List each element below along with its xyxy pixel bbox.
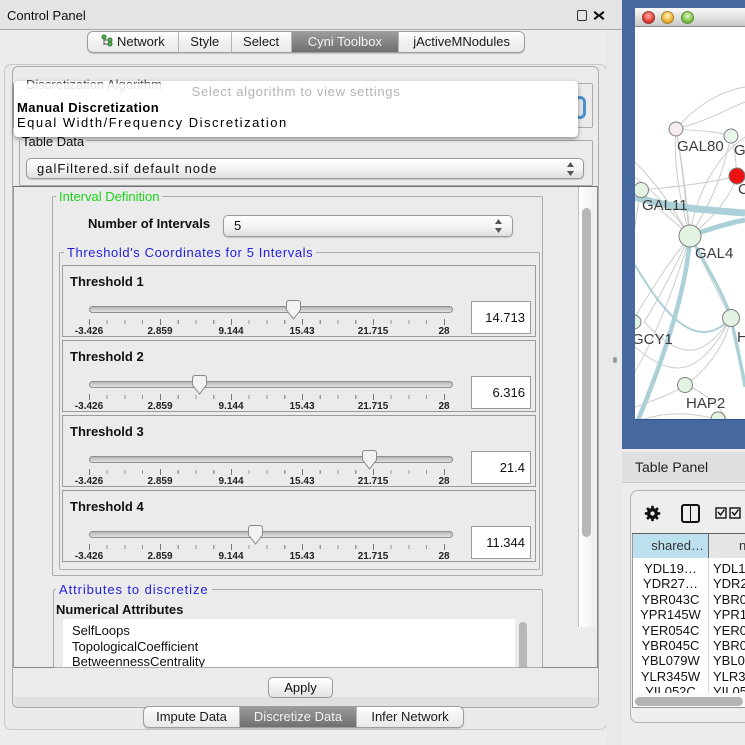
svg-text:GAL11: GAL11 [642,197,688,214]
svg-text:HAP2: HAP2 [686,395,725,412]
svg-text:H: H [737,329,745,346]
svg-text:C: C [738,181,745,198]
svg-text:GAL4: GAL4 [695,245,733,262]
svg-text:G: G [734,142,745,159]
svg-text:GCY1: GCY1 [635,331,673,348]
svg-text:GAL80: GAL80 [677,138,724,155]
